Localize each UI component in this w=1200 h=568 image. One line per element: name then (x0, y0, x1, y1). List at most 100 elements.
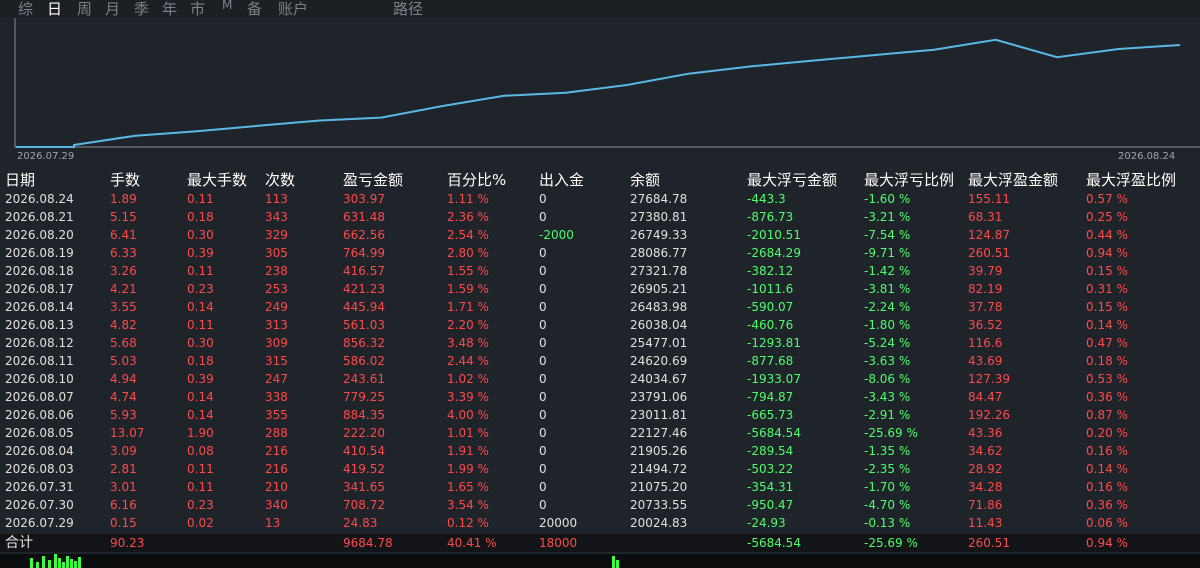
table-cell: 0.31 % (1086, 282, 1128, 296)
table-cell: 1.65 % (447, 480, 489, 494)
table-cell: -0.13 % (864, 516, 911, 530)
table-cell: 6.16 (110, 498, 137, 512)
table-cell: -950.47 (747, 498, 794, 512)
tab-7[interactable]: M (222, 0, 232, 12)
table-row[interactable]: 2026.08.11 5.03 0.18 315 586.02 2.44 % 0 24620.… (0, 352, 1200, 370)
table-cell: 0 (539, 372, 547, 386)
table-cell: 0.23 (187, 282, 214, 296)
table-row[interactable]: 2026.07.29 0.15 0.02 13 24.83 0.12 % 20000 2002… (0, 514, 1200, 532)
table-cell: 3.54 % (447, 498, 489, 512)
header-cell[interactable]: 日期 (5, 170, 35, 190)
volume-bar (62, 562, 65, 568)
table-cell: 36.52 (968, 318, 1003, 332)
table-cell: 4.74 (110, 390, 137, 404)
table-cell: 2.81 (110, 462, 137, 476)
table-cell: 0 (539, 336, 547, 350)
table-cell: 43.69 (968, 354, 1003, 368)
header-cell[interactable]: 余额 (630, 170, 660, 190)
table-row[interactable]: 2026.07.30 6.16 0.23 340 708.72 3.54 % 0 20733.… (0, 496, 1200, 514)
table-cell: 708.72 (343, 498, 385, 512)
tab-9[interactable]: 账户 (278, 0, 308, 19)
table-row[interactable]: 2026.08.03 2.81 0.11 216 419.52 1.99 % 0 21494.… (0, 460, 1200, 478)
volume-bar (616, 560, 619, 568)
table-cell: 5.93 (110, 408, 137, 422)
table-cell: -9.71 % (864, 246, 911, 260)
table-cell: 0.36 % (1086, 390, 1128, 404)
table-row[interactable]: 2026.08.18 3.26 0.11 238 416.57 1.55 % 0 27321.… (0, 262, 1200, 280)
table-cell: 2026.08.06 (5, 408, 74, 422)
table-cell: 24.83 (343, 516, 378, 530)
volume-bar (74, 561, 77, 568)
tab-3[interactable]: 月 (105, 0, 120, 19)
table-cell: 338 (265, 390, 288, 404)
tab-4[interactable]: 季 (134, 0, 149, 19)
table-cell: 586.02 (343, 354, 385, 368)
table-cell: 82.19 (968, 282, 1003, 296)
table-cell: 421.23 (343, 282, 385, 296)
table-row[interactable]: 2026.08.07 4.74 0.14 338 779.25 3.39 % 0 23791.… (0, 388, 1200, 406)
table-cell: 0.14 (187, 390, 214, 404)
table-cell: 0.57 % (1086, 192, 1128, 206)
tab-10[interactable]: 路径 (393, 0, 423, 19)
header-cell[interactable]: 百分比% (447, 170, 506, 190)
volume-bar (36, 562, 39, 568)
tab-0[interactable]: 综 (18, 0, 33, 19)
total-cell: 合计 (5, 535, 33, 551)
table-cell: 2026.07.30 (5, 498, 74, 512)
tab-1[interactable]: 日 (47, 0, 62, 19)
table-cell: 0.08 (187, 444, 214, 458)
header-cell[interactable]: 手数 (110, 170, 140, 190)
table-cell: 216 (265, 462, 288, 476)
table-cell: 1.89 (110, 192, 137, 206)
header-cell[interactable]: 最大浮亏比例 (864, 170, 954, 190)
table-cell: -2.91 % (864, 408, 911, 422)
table-row[interactable]: 2026.08.20 6.41 0.30 329 662.56 2.54 % -2000 26… (0, 226, 1200, 244)
table-cell: -2000 (539, 228, 574, 242)
table-cell: -2.35 % (864, 462, 911, 476)
header-cell[interactable]: 出入金 (539, 170, 584, 190)
table-cell: 0.47 % (1086, 336, 1128, 350)
table-row[interactable]: 2026.08.24 1.89 0.11 113 303.97 1.11 % 0 27684.… (0, 190, 1200, 208)
tab-5[interactable]: 年 (162, 0, 177, 19)
table-cell: 0.15 (110, 516, 137, 530)
table-row[interactable]: 2026.08.06 5.93 0.14 355 884.35 4.00 % 0 23011.… (0, 406, 1200, 424)
table-cell: -1293.81 (747, 336, 801, 350)
table-row[interactable]: 2026.08.14 3.55 0.14 249 445.94 1.71 % 0 26483.… (0, 298, 1200, 316)
tab-6[interactable]: 市 (190, 0, 205, 19)
header-cell[interactable]: 盈亏金额 (343, 170, 403, 190)
header-cell[interactable]: 最大浮盈比例 (1086, 170, 1176, 190)
table-cell: 0.87 % (1086, 408, 1128, 422)
table-row[interactable]: 2026.08.04 3.09 0.08 216 410.54 1.91 % 0 21905.… (0, 442, 1200, 460)
table-cell: 0.11 (187, 264, 214, 278)
table-cell: -5.24 % (864, 336, 911, 350)
table-cell: 3.39 % (447, 390, 489, 404)
table-row[interactable]: 2026.08.19 6.33 0.39 305 764.99 2.80 % 0 28086.… (0, 244, 1200, 262)
table-row[interactable]: 2026.08.17 4.21 0.23 253 421.23 1.59 % 0 26905.… (0, 280, 1200, 298)
table-cell: 0.18 (187, 354, 214, 368)
header-cell[interactable]: 最大浮亏金额 (747, 170, 837, 190)
tab-2[interactable]: 周 (77, 0, 92, 19)
chart-axis (14, 18, 1200, 148)
table-cell: 2026.08.11 (5, 354, 74, 368)
table-cell: -3.43 % (864, 390, 911, 404)
table-cell: 238 (265, 264, 288, 278)
tab-8[interactable]: 备 (247, 0, 262, 19)
header-cell[interactable]: 次数 (265, 170, 295, 190)
table-cell: -7.54 % (864, 228, 911, 242)
table-row[interactable]: 2026.08.05 13.07 1.90 288 222.20 1.01 % 0 22127… (0, 424, 1200, 442)
chart-start-date: 2026.07.29 (17, 151, 75, 162)
table-cell: 0 (539, 480, 547, 494)
table-cell: 0.15 % (1086, 264, 1128, 278)
table-row[interactable]: 2026.08.21 5.15 0.18 343 631.48 2.36 % 0 27380.… (0, 208, 1200, 226)
header-cell[interactable]: 最大浮盈金额 (968, 170, 1058, 190)
table-row[interactable]: 2026.08.10 4.94 0.39 247 243.61 1.02 % 0 24034.… (0, 370, 1200, 388)
volume-bar (612, 556, 615, 568)
table-row[interactable]: 2026.08.12 5.68 0.30 309 856.32 3.48 % 0 25477.… (0, 334, 1200, 352)
table-total-row: 合计 90.23 9684.78 40.41 % 18000 -5684.54 -25.69… (0, 534, 1200, 552)
table-cell: -3.81 % (864, 282, 911, 296)
table-cell: 0.53 % (1086, 372, 1128, 386)
header-cell[interactable]: 最大手数 (187, 170, 247, 190)
volume-bar (66, 556, 69, 568)
table-row[interactable]: 2026.08.13 4.82 0.11 313 561.03 2.20 % 0 26038.… (0, 316, 1200, 334)
table-row[interactable]: 2026.07.31 3.01 0.11 210 341.65 1.65 % 0 21075.… (0, 478, 1200, 496)
